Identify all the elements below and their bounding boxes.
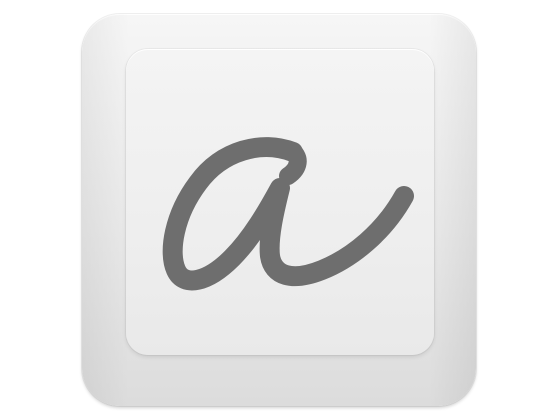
script-a-glyph-icon — [162, 137, 414, 291]
app-icon — [0, 0, 560, 420]
